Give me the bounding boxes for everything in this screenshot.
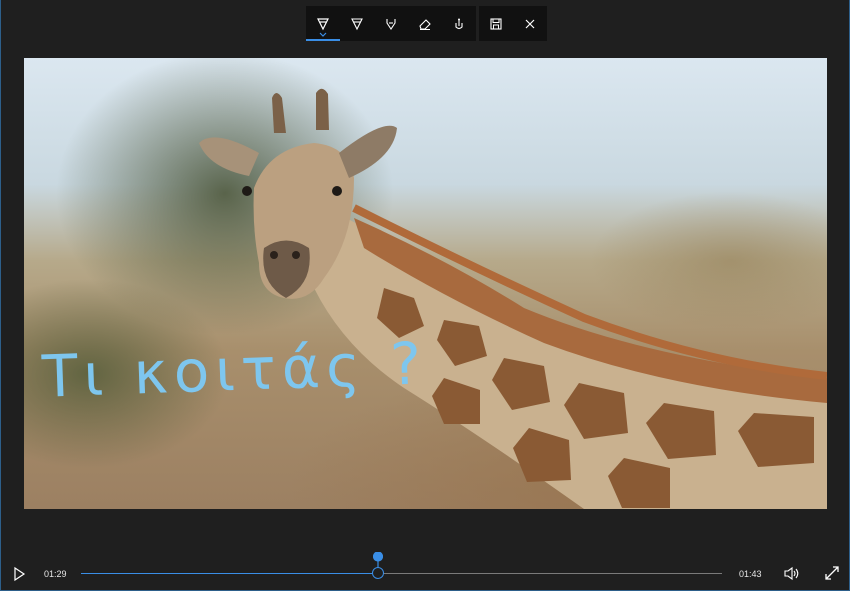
ink-annotation-text: Τι κοιτάς ?	[40, 329, 429, 411]
pencil-icon	[351, 17, 363, 30]
giraffe-image	[199, 88, 827, 509]
seek-thumb[interactable]	[372, 567, 385, 579]
volume-icon[interactable]	[783, 565, 800, 582]
touch-writing-icon	[455, 18, 463, 29]
inking-toolbar	[306, 6, 547, 41]
pen-tools-group	[306, 6, 476, 41]
marker-pin-icon[interactable]	[373, 552, 384, 568]
close-icon	[525, 19, 535, 28]
file-actions-group	[479, 6, 547, 41]
duration-time: 01:43	[739, 569, 762, 579]
seek-bar-progress	[81, 573, 379, 574]
close-button[interactable]	[513, 6, 547, 41]
video-editor-window: Τι κοιτάς ? 01:29 01:43	[0, 0, 850, 591]
ballpoint-pen-button[interactable]	[306, 6, 340, 41]
chevron-down-icon	[319, 32, 327, 37]
current-time: 01:29	[44, 569, 67, 579]
pencil-button[interactable]	[340, 6, 374, 41]
video-frame[interactable]: Τι κοιτάς ?	[24, 58, 827, 509]
play-icon[interactable]	[11, 566, 27, 582]
touch-writing-button[interactable]	[442, 6, 476, 41]
save-icon	[490, 17, 502, 30]
save-button[interactable]	[479, 6, 513, 41]
ballpoint-pen-icon	[317, 17, 329, 30]
playback-controls: 01:29 01:43	[1, 552, 850, 591]
highlighter-button[interactable]	[374, 6, 408, 41]
fullscreen-icon[interactable]	[824, 565, 840, 581]
eraser-icon	[419, 18, 431, 30]
eraser-button[interactable]	[408, 6, 442, 41]
seek-bar[interactable]	[81, 573, 722, 574]
highlighter-icon	[386, 18, 396, 30]
